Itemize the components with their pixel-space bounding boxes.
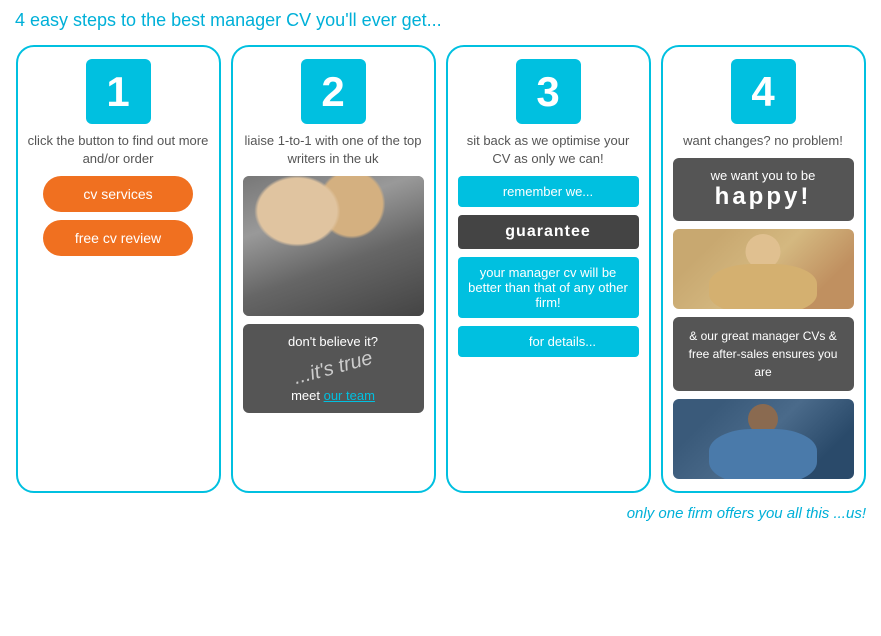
- happy-block: we want you to be happy!: [673, 158, 854, 221]
- step-1-number: 1: [86, 59, 151, 124]
- step-2-number: 2: [301, 59, 366, 124]
- column-1: 1 click the button to find out more and/…: [16, 45, 221, 493]
- guarantee-block: guarantee: [458, 215, 639, 249]
- column-3: 3 sit back as we optimise your CV as onl…: [446, 45, 651, 493]
- promise-block: your manager cv will be better than that…: [458, 257, 639, 318]
- click-details-block[interactable]: click for details...: [458, 326, 639, 357]
- meet-team-text: meet our team: [253, 388, 414, 403]
- columns-container: 1 click the button to find out more and/…: [15, 45, 866, 493]
- click-link[interactable]: click: [500, 334, 525, 349]
- dont-believe-text: don't believe it?: [253, 334, 414, 349]
- man-photo: [673, 399, 854, 479]
- step-3-desc: sit back as we optimise your CV as only …: [458, 132, 639, 168]
- col2-dark-block: don't believe it? ...it's true meet our …: [243, 324, 424, 413]
- photo-people: [243, 176, 424, 316]
- page-title: 4 easy steps to the best manager CV you'…: [15, 10, 866, 31]
- happy-word: happy!: [683, 183, 844, 211]
- happy-pre-text: we want you to be: [683, 168, 844, 183]
- woman-photo: [673, 229, 854, 309]
- step-1-desc: click the button to find out more and/or…: [28, 132, 209, 168]
- click-rest-text: for details...: [525, 334, 596, 349]
- cv-services-button[interactable]: cv services: [43, 176, 193, 212]
- step-2-desc: liaise 1-to-1 with one of the top writer…: [243, 132, 424, 168]
- step-4-number: 4: [731, 59, 796, 124]
- column-2: 2 liaise 1-to-1 with one of the top writ…: [231, 45, 436, 493]
- people-overlay: [243, 176, 424, 316]
- free-cv-review-button[interactable]: free cv review: [43, 220, 193, 256]
- our-team-link[interactable]: our team: [324, 388, 375, 403]
- step-3-number: 3: [516, 59, 581, 124]
- footer-text: only one firm offers you all this ...us!: [15, 505, 866, 522]
- meet-label: meet: [291, 388, 324, 403]
- gray-info-block: & our great manager CVs & free after-sal…: [673, 317, 854, 391]
- column-4: 4 want changes? no problem! we want you …: [661, 45, 866, 493]
- remember-block: remember we...: [458, 176, 639, 207]
- its-true-text: ...it's true: [291, 347, 375, 390]
- step-4-desc: want changes? no problem!: [683, 132, 843, 150]
